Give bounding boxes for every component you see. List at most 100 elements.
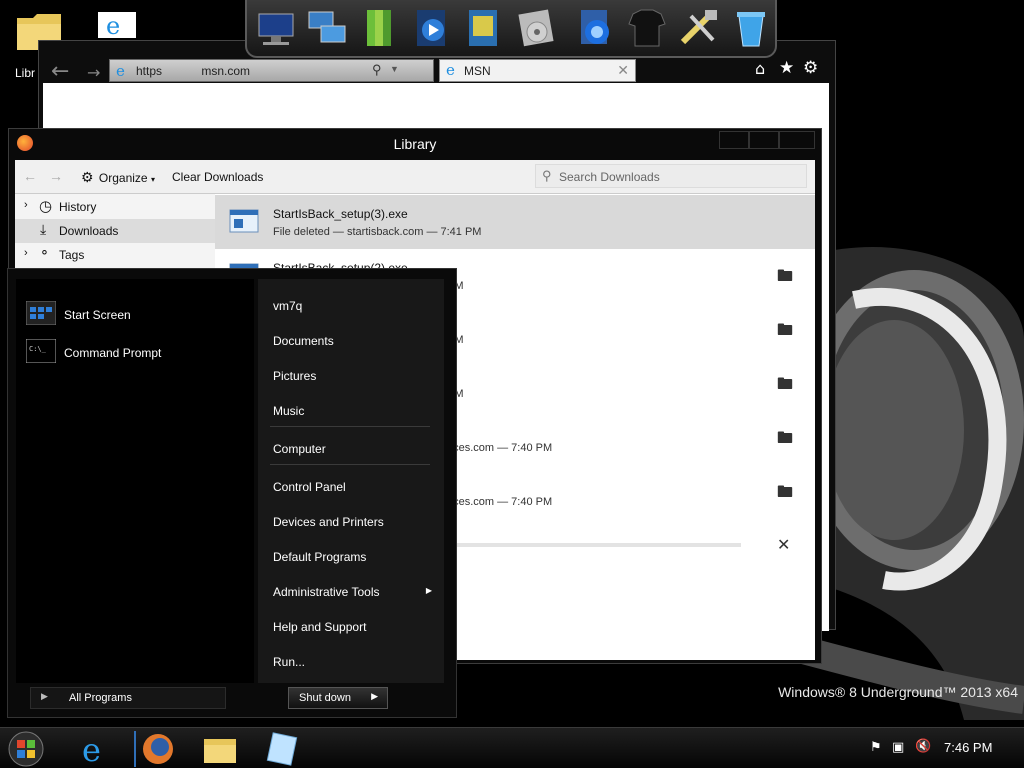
default-programs-item[interactable]: Default Programs: [258, 542, 444, 572]
start-screen-item[interactable]: Start Screen: [16, 299, 246, 331]
documents-item[interactable]: Documents: [258, 326, 444, 356]
svg-text:C:\_: C:\_: [29, 345, 47, 353]
pictures-item[interactable]: Pictures: [258, 361, 444, 391]
list-item[interactable]: StartIsBack_setup(3).exe File deleted — …: [215, 195, 815, 249]
favorites-star-icon[interactable]: ★: [779, 58, 794, 78]
close-tab-icon[interactable]: ✕: [617, 62, 629, 79]
library-sidebar: › ◷ History ⤓ Downloads › ⚬ Tags: [15, 194, 215, 274]
places-item-label: Help and Support: [273, 620, 367, 634]
dropdown-icon[interactable]: ▼: [390, 64, 399, 74]
dock-bar: [245, 0, 777, 58]
network-status-icon[interactable]: ▣: [892, 740, 904, 755]
open-folder-icon[interactable]: 🖿: [777, 481, 793, 508]
music-item[interactable]: Music: [258, 396, 444, 426]
settings-gear-icon[interactable]: ⚙: [803, 58, 818, 78]
sidebar-item-downloads[interactable]: ⤓ Downloads: [15, 219, 215, 243]
arrow-right-icon: ▶: [41, 691, 48, 701]
places-item-label: Devices and Printers: [273, 515, 384, 529]
home-icon[interactable]: ⌂: [755, 59, 765, 78]
places-item-label: Administrative Tools: [273, 585, 380, 599]
firefox-icon: [143, 734, 173, 764]
shutdown-label: Shut down: [299, 692, 351, 704]
sidebar-item-label: Downloads: [59, 224, 119, 238]
clear-downloads-button[interactable]: Clear Downloads: [172, 170, 263, 184]
library-toolbar: ← → ⚙ Organize ▾ Clear Downloads ⚲ Searc…: [15, 160, 815, 194]
tab-msn[interactable]: e MSN ✕: [439, 59, 636, 82]
places-item-label: Documents: [273, 334, 334, 348]
windows-orb-icon: [8, 731, 44, 767]
administrative-tools-item[interactable]: Administrative Tools ▶: [258, 577, 444, 607]
organize-button[interactable]: ⚙ Organize ▾: [81, 169, 155, 186]
search-downloads-field[interactable]: ⚲ Search Downloads: [535, 164, 807, 188]
open-folder-icon[interactable]: 🖿: [777, 373, 793, 400]
ie-page-icon: e: [116, 62, 125, 80]
minimize-button[interactable]: [719, 131, 749, 149]
recycle-bin-icon[interactable]: [729, 3, 773, 53]
tag-icon: ⚬: [39, 245, 50, 260]
open-folder-icon[interactable]: 🖿: [777, 319, 793, 346]
cancel-download-icon[interactable]: ✕: [777, 535, 790, 555]
computer-icon[interactable]: [253, 3, 297, 53]
start-button[interactable]: [4, 731, 48, 767]
sidebar-item-history[interactable]: › ◷ History: [15, 195, 215, 219]
photo-gallery-icon[interactable]: [461, 3, 505, 53]
volume-muted-icon[interactable]: 🔇: [915, 739, 931, 754]
start-menu-places: vm7q Documents Pictures Music Computer C…: [258, 279, 444, 683]
devices-printers-item[interactable]: Devices and Printers: [258, 507, 444, 537]
chevron-down-icon: ▾: [150, 175, 155, 184]
start-menu-item-label: Start Screen: [64, 308, 131, 322]
gear-icon: ⚙: [81, 169, 94, 185]
places-item-label: Control Panel: [273, 480, 346, 494]
maximize-button[interactable]: [749, 131, 779, 149]
help-support-item[interactable]: Help and Support: [258, 612, 444, 642]
tab-title: MSN: [464, 64, 491, 78]
exe-file-icon: [229, 209, 259, 233]
taskbar-internet-explorer[interactable]: e: [74, 731, 118, 768]
shutdown-button[interactable]: Shut down ▶: [288, 687, 388, 709]
clock-icon: ◷: [39, 198, 53, 215]
back-arrow-icon[interactable]: ←: [23, 168, 37, 184]
submenu-arrow-icon: ▶: [425, 586, 432, 595]
search-icon[interactable]: ⚲: [372, 62, 382, 78]
places-item-label: Run...: [273, 655, 306, 669]
organize-label: Organize: [98, 171, 148, 185]
download-arrow-icon: ⤓: [40, 221, 47, 237]
control-panel-item[interactable]: Control Panel: [258, 472, 444, 502]
command-prompt-item[interactable]: C:\_ Command Prompt: [16, 337, 246, 369]
places-item-label: Music: [273, 404, 305, 418]
taskbar-notepad[interactable]: [260, 731, 304, 767]
shutdown-options-icon[interactable]: ▶: [371, 691, 378, 702]
internet-globe-icon[interactable]: [573, 3, 617, 53]
computer-item[interactable]: Computer: [258, 434, 444, 464]
msn-tab-icon: e: [446, 61, 455, 79]
download-name: StartIsBack_setup(3).exe: [273, 207, 408, 221]
user-folder-item[interactable]: vm7q: [258, 291, 444, 321]
back-arrow-icon[interactable]: ←: [51, 59, 69, 84]
books-icon[interactable]: [357, 3, 401, 53]
tshirt-icon[interactable]: [625, 3, 669, 53]
clock[interactable]: 7:46 PM: [944, 740, 992, 755]
forward-arrow-icon[interactable]: →: [49, 168, 63, 184]
taskbar-firefox[interactable]: [134, 731, 178, 767]
run-item[interactable]: Run...: [258, 647, 444, 677]
dvd-icon[interactable]: [513, 3, 557, 53]
places-item-label: Pictures: [273, 369, 317, 383]
network-icon[interactable]: [305, 3, 349, 53]
forward-arrow-icon[interactable]: →: [87, 63, 100, 82]
all-programs-button[interactable]: ▶ All Programs: [30, 687, 226, 709]
places-item-label: Default Programs: [273, 550, 367, 564]
close-button[interactable]: [779, 131, 815, 149]
action-center-flag-icon[interactable]: ⚑: [870, 740, 882, 755]
open-folder-icon[interactable]: 🖿: [777, 265, 793, 292]
tools-icon[interactable]: [677, 3, 721, 53]
taskbar-file-explorer[interactable]: [198, 731, 242, 767]
media-player-icon[interactable]: [409, 3, 453, 53]
address-bar[interactable]: e https msn.com ⚲ ▼: [109, 59, 434, 82]
address-domain: msn.com: [201, 64, 251, 78]
sidebar-item-tags[interactable]: › ⚬ Tags: [15, 243, 215, 267]
download-status: File deleted — startisback.com — 7:41 PM: [273, 226, 482, 238]
search-placeholder: Search Downloads: [559, 170, 660, 184]
open-folder-icon[interactable]: 🖿: [777, 427, 793, 454]
window-title: Library: [393, 136, 437, 152]
internet-explorer-icon: e: [82, 731, 101, 768]
